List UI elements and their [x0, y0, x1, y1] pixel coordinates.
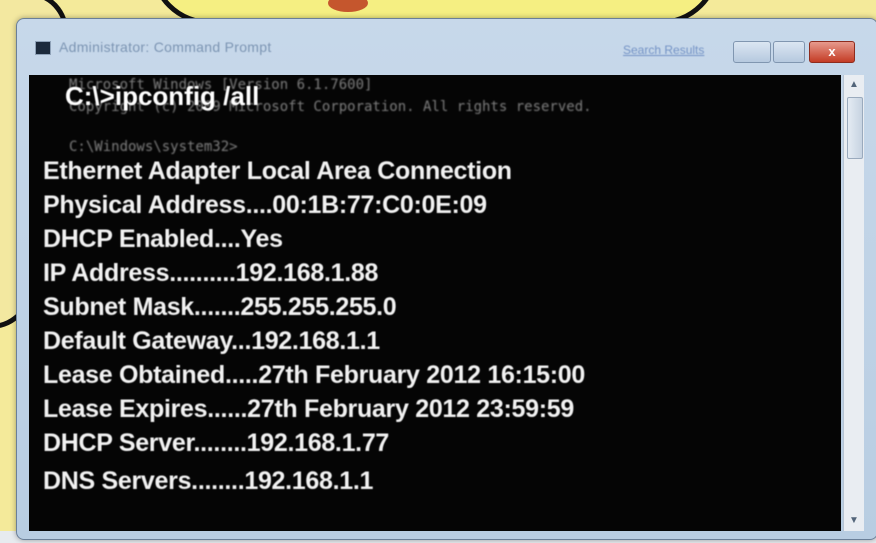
- console-header-line: C:\Windows\system32>: [69, 139, 238, 155]
- dhcp-server-line: DHCP Server........192.168.1.77: [43, 429, 390, 457]
- dns-servers-line: DNS Servers........192.168.1.1: [43, 467, 374, 495]
- scroll-up-icon[interactable]: ▲: [846, 77, 862, 93]
- title-link[interactable]: Search Results: [623, 43, 704, 57]
- adapter-name-line: Ethernet Adapter Local Area Connection: [43, 157, 512, 185]
- maximize-button[interactable]: [773, 41, 805, 63]
- window-title: Administrator: Command Prompt: [59, 39, 272, 55]
- ip-address-line: IP Address..........192.168.1.88: [43, 259, 379, 287]
- minimize-button[interactable]: [733, 41, 771, 63]
- physical-address-line: Physical Address....00:1B:77:C0:0E:09: [43, 191, 487, 219]
- cmd-icon: [35, 41, 51, 55]
- lease-obtained-line: Lease Obtained.....27th February 2012 16…: [43, 361, 586, 389]
- command-line: C:\>ipconfig /all: [65, 81, 260, 111]
- close-button[interactable]: x: [809, 41, 855, 63]
- vertical-scrollbar[interactable]: ▲ ▼: [843, 75, 864, 531]
- command-prompt-window: Administrator: Command Prompt Search Res…: [16, 18, 876, 540]
- subnet-mask-line: Subnet Mask.......255.255.255.0: [43, 293, 397, 321]
- dhcp-enabled-line: DHCP Enabled....Yes: [43, 225, 283, 253]
- scroll-thumb[interactable]: [847, 97, 863, 159]
- default-gateway-line: Default Gateway...192.168.1.1: [43, 327, 380, 355]
- scroll-down-icon[interactable]: ▼: [846, 513, 862, 529]
- lease-expires-line: Lease Expires......27th February 2012 23…: [43, 395, 574, 423]
- titlebar[interactable]: Administrator: Command Prompt Search Res…: [17, 19, 876, 71]
- console-output[interactable]: Microsoft Windows [Version 6.1.7600] Cop…: [29, 75, 841, 531]
